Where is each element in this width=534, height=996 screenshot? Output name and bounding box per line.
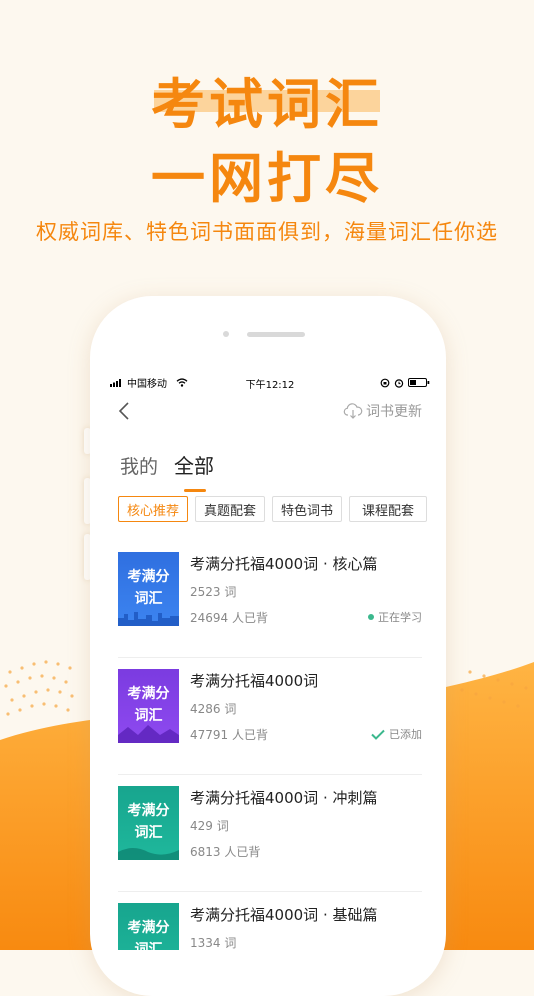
check-icon	[371, 729, 385, 740]
cloud-download-icon	[343, 403, 363, 419]
book-learner-count: 24694 人已背	[190, 611, 268, 625]
tab-all-label: 全部	[174, 454, 215, 478]
filter-exam-set[interactable]: 真题配套	[195, 496, 265, 522]
green-dot-icon	[368, 614, 374, 620]
back-chevron-icon[interactable]	[118, 401, 130, 421]
headline-line-2: 一网打尽	[151, 147, 383, 210]
nav-bar: 词书更新	[104, 391, 436, 433]
tab-mine[interactable]: 我的	[120, 452, 158, 479]
book-word-count: 429 词	[190, 819, 229, 833]
book-list-item[interactable]: 考满分 词汇 考满分托福4000词 · 核心篇 2523 词 24694 人已背 …	[118, 540, 422, 658]
headline-line-1: 考试词汇	[151, 73, 383, 136]
filter-course-set[interactable]: 课程配套	[349, 496, 427, 522]
active-tab-indicator	[184, 489, 207, 492]
book-status-label: 已添加	[389, 728, 422, 741]
book-list-item[interactable]: 考满分 词汇 考满分托福4000词 · 基础篇 1334 词	[118, 891, 422, 950]
camera-dot	[223, 331, 229, 337]
book-learner-count: 47791 人已背	[190, 728, 268, 742]
tab-all[interactable]: 全部	[174, 450, 215, 492]
book-cover: 考满分 词汇	[118, 552, 179, 626]
app-screen: 中国移动 下午12:12 词书更新 我的 全部 核心推荐 真题配套 特色词书 课…	[104, 374, 436, 950]
book-word-count: 2523 词	[190, 585, 237, 599]
book-title: 考满分托福4000词 · 基础篇	[190, 906, 378, 924]
book-update-button[interactable]: 词书更新	[343, 401, 422, 421]
book-learner-count: 6813 人已背	[190, 845, 261, 859]
cover-hills-art	[118, 848, 179, 860]
book-status-label: 正在学习	[378, 611, 422, 624]
filter-featured-books[interactable]: 特色词书	[272, 496, 342, 522]
book-update-label: 词书更新	[366, 404, 422, 420]
filter-core-recommend[interactable]: 核心推荐	[118, 496, 188, 522]
book-title: 考满分托福4000词 · 冲刺篇	[190, 789, 378, 807]
status-time: 下午12:12	[245, 380, 295, 391]
book-cover: 考满分 词汇	[118, 669, 179, 743]
book-word-count: 4286 词	[190, 702, 237, 716]
book-status: 正在学习	[368, 609, 422, 625]
speaker-grille	[247, 332, 305, 337]
filter-chips: 核心推荐 真题配套 特色词书 课程配套	[118, 496, 427, 522]
book-title: 考满分托福4000词	[190, 672, 319, 690]
book-title: 考满分托福4000词 · 核心篇	[190, 555, 378, 573]
book-cover: 考满分 词汇	[118, 786, 179, 860]
book-cover: 考满分 词汇	[118, 903, 179, 950]
book-list-item[interactable]: 考满分 词汇 考满分托福4000词 4286 词 47791 人已背 已添加	[118, 657, 422, 775]
book-word-count: 1334 词	[190, 936, 237, 950]
tab-bar: 我的 全部	[120, 450, 215, 492]
status-bar: 中国移动 下午12:12	[104, 374, 436, 391]
subtitle: 权威词库、特色词书面面俱到，海量词汇任你选	[36, 220, 498, 244]
book-status: 已添加	[371, 726, 422, 742]
book-list-item[interactable]: 考满分 词汇 考满分托福4000词 · 冲刺篇 429 词 6813 人已背	[118, 774, 422, 892]
